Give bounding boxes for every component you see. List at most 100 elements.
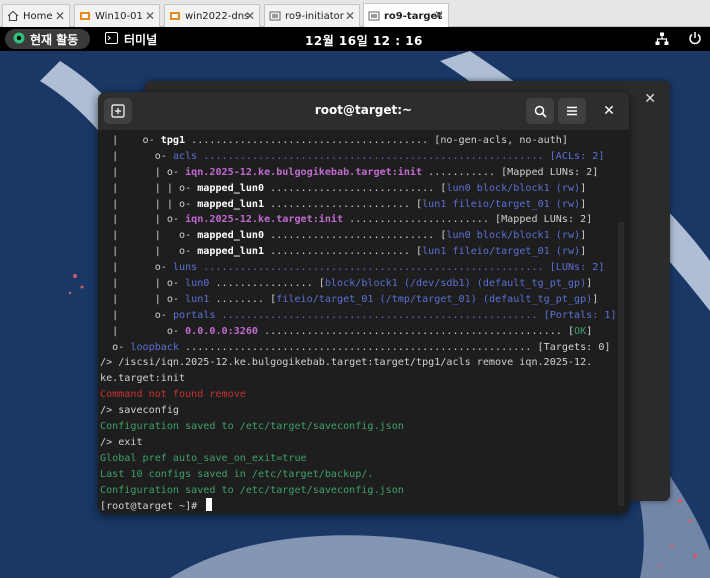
vm-tab-label: Win10-01 [95, 10, 143, 22]
terminal-text: ........... [Mapped LUNs: 2] [422, 166, 599, 178]
terminal-text: lun1 [185, 293, 210, 305]
terminal-line: | o- 0.0.0.0:3260 ......................… [100, 324, 618, 340]
terminal-text: Command not found remove [100, 389, 246, 401]
vm-tab-ro9-initiator[interactable]: ro9-initiator ✕ [264, 4, 360, 27]
activities-icon [13, 32, 25, 47]
terminal-text: | | o- [100, 246, 198, 258]
terminal-line: | | | o- mapped_lun1 ...................… [100, 197, 618, 213]
search-icon [534, 105, 547, 118]
terminal-text: ................ [ [209, 278, 325, 290]
terminal-text: ] [580, 182, 587, 194]
hamburger-menu-icon [567, 106, 577, 116]
terminal-text: mapped_lun0 [197, 230, 265, 242]
terminal-text: ........................................… [258, 325, 575, 337]
terminal-text: mapped_lun0 [197, 182, 265, 194]
terminal-text: ........................... [ [264, 182, 447, 194]
terminal-text: block/block1 (/dev/sdb1) (default_tg_pt_… [324, 278, 587, 290]
terminal-line: Global pref auto_save_on_exit=true [100, 451, 618, 467]
clock[interactable]: 12월 16일 12 : 16 [305, 32, 423, 49]
terminal-text: iqn.2025-12.ke.target:init [185, 214, 344, 226]
terminal-text: lun0 block/block1 (rw) [446, 230, 581, 242]
close-icon[interactable]: ✕ [434, 8, 444, 22]
terminal-text: fileio/target_01 (/tmp/target_01) (defau… [276, 293, 593, 305]
scrollbar-track[interactable] [618, 222, 624, 506]
terminal-text: o- [100, 341, 131, 353]
app-name-label: 터미널 [124, 33, 158, 47]
terminal-text: | o- [100, 150, 173, 162]
terminal-text: | | o- [100, 214, 186, 226]
vm-icon [169, 10, 181, 22]
vm-tab-win10[interactable]: Win10-01 ✕ [74, 4, 160, 27]
vm-icon [79, 10, 91, 22]
terminal-text: | o- [100, 135, 161, 146]
terminal-line: | | o- iqn.2025-12.ke.bulgogikebab.targe… [100, 165, 618, 181]
terminal-titlebar: root@target:~ ✕ [98, 92, 629, 130]
vm-tab-ro9-target[interactable]: ro9-target ✕ [363, 3, 449, 28]
terminal-text: /> saveconfig [100, 405, 180, 417]
app-menu-terminal[interactable]: 터미널 [105, 31, 157, 48]
vm-tab-label: Home [23, 10, 53, 22]
terminal-text: iqn.2025-12.ke.bulgogikebab.target:init [185, 166, 423, 178]
terminal-text: Global pref auto_save_on_exit=true [100, 452, 307, 464]
terminal-text: Configuration saved to /etc/target/savec… [100, 484, 404, 496]
terminal-output[interactable]: | o- tpg1 ..............................… [100, 133, 618, 513]
close-icon: ✕ [603, 103, 615, 119]
terminal-text: ........................................… [197, 150, 605, 162]
vm-tab-home[interactable]: Home ✕ [2, 4, 70, 27]
terminal-text: | | o- [100, 230, 198, 242]
terminal-text: | | | o- [100, 182, 198, 194]
terminal-text: mapped_lun1 [197, 198, 265, 210]
terminal-text: /> exit [100, 436, 143, 448]
terminal-line: Configuration saved to /etc/target/savec… [100, 419, 618, 435]
terminal-text: ........................... [ [264, 230, 447, 242]
terminal-text: mapped_lun1 [197, 246, 265, 258]
activities-button[interactable]: 현재 활동 [5, 29, 90, 49]
terminal-text: | | o- [100, 293, 186, 305]
terminal-text: lun1 fileio/target_01 (rw) [422, 246, 581, 258]
close-window-button[interactable]: ✕ [595, 98, 623, 124]
terminal-text: | o- [100, 325, 186, 337]
vm-tab-win2022-dns[interactable]: win2022-dns ✕ [164, 4, 260, 27]
terminal-line: | o- luns ..............................… [100, 260, 618, 276]
terminal-text: ....................... [Mapped LUNs: 2] [343, 214, 593, 226]
vm-tab-bar: Home ✕ Win10-01 ✕ win2022-dns ✕ ro9-init… [0, 0, 710, 28]
vm-icon [368, 10, 380, 22]
terminal-text: ........................................… [179, 341, 611, 353]
terminal-text: | | o- [100, 278, 186, 290]
terminal-text: acls [172, 150, 198, 162]
terminal-text: Last 10 configs saved in /etc/target/bac… [100, 468, 374, 480]
gnome-top-bar: 현재 활동 터미널 12월 16일 12 : 16 [0, 27, 710, 51]
close-icon[interactable]: ✕ [644, 91, 656, 107]
search-button[interactable] [526, 98, 554, 124]
terminal-text: ] [586, 325, 593, 337]
menu-button[interactable] [558, 98, 586, 124]
terminal-line: /> exit [100, 435, 618, 451]
terminal-icon [105, 32, 118, 47]
terminal-text: ....................... [ [264, 246, 423, 258]
terminal-line: /> saveconfig [100, 403, 618, 419]
terminal-line: | | o- iqn.2025-12.ke.target:init ......… [100, 212, 618, 228]
text-cursor [206, 498, 213, 512]
close-icon[interactable]: ✕ [245, 9, 255, 23]
close-icon[interactable]: ✕ [55, 9, 65, 23]
terminal-line: Command not found remove [100, 387, 618, 403]
terminal-text: Configuration saved to /etc/target/savec… [100, 421, 404, 433]
terminal-line: Last 10 configs saved in /etc/target/bac… [100, 467, 618, 483]
close-icon[interactable]: ✕ [345, 9, 355, 23]
terminal-line: | o- portals ...........................… [100, 308, 618, 324]
terminal-window: root@target:~ ✕ | o- tpg1 ..............… [98, 92, 629, 514]
network-wired-icon[interactable] [655, 32, 669, 49]
terminal-line: | | o- lun1 ........ [fileio/target_01 (… [100, 292, 618, 308]
terminal-line: | | o- mapped_lun1 .....................… [100, 244, 618, 260]
terminal-line: ke.target:init [100, 371, 618, 387]
terminal-line: [root@target ~]# [100, 498, 618, 514]
terminal-text: ....................................... … [185, 135, 568, 146]
terminal-line: | | o- mapped_lun0 .....................… [100, 228, 618, 244]
close-icon[interactable]: ✕ [145, 9, 155, 23]
terminal-text: | o- [100, 262, 173, 274]
terminal-text: ] [580, 246, 587, 258]
terminal-line: | o- tpg1 ..............................… [100, 133, 618, 149]
terminal-text: tpg1 [160, 135, 186, 146]
terminal-text: ] [580, 230, 587, 242]
power-icon[interactable] [688, 31, 702, 48]
